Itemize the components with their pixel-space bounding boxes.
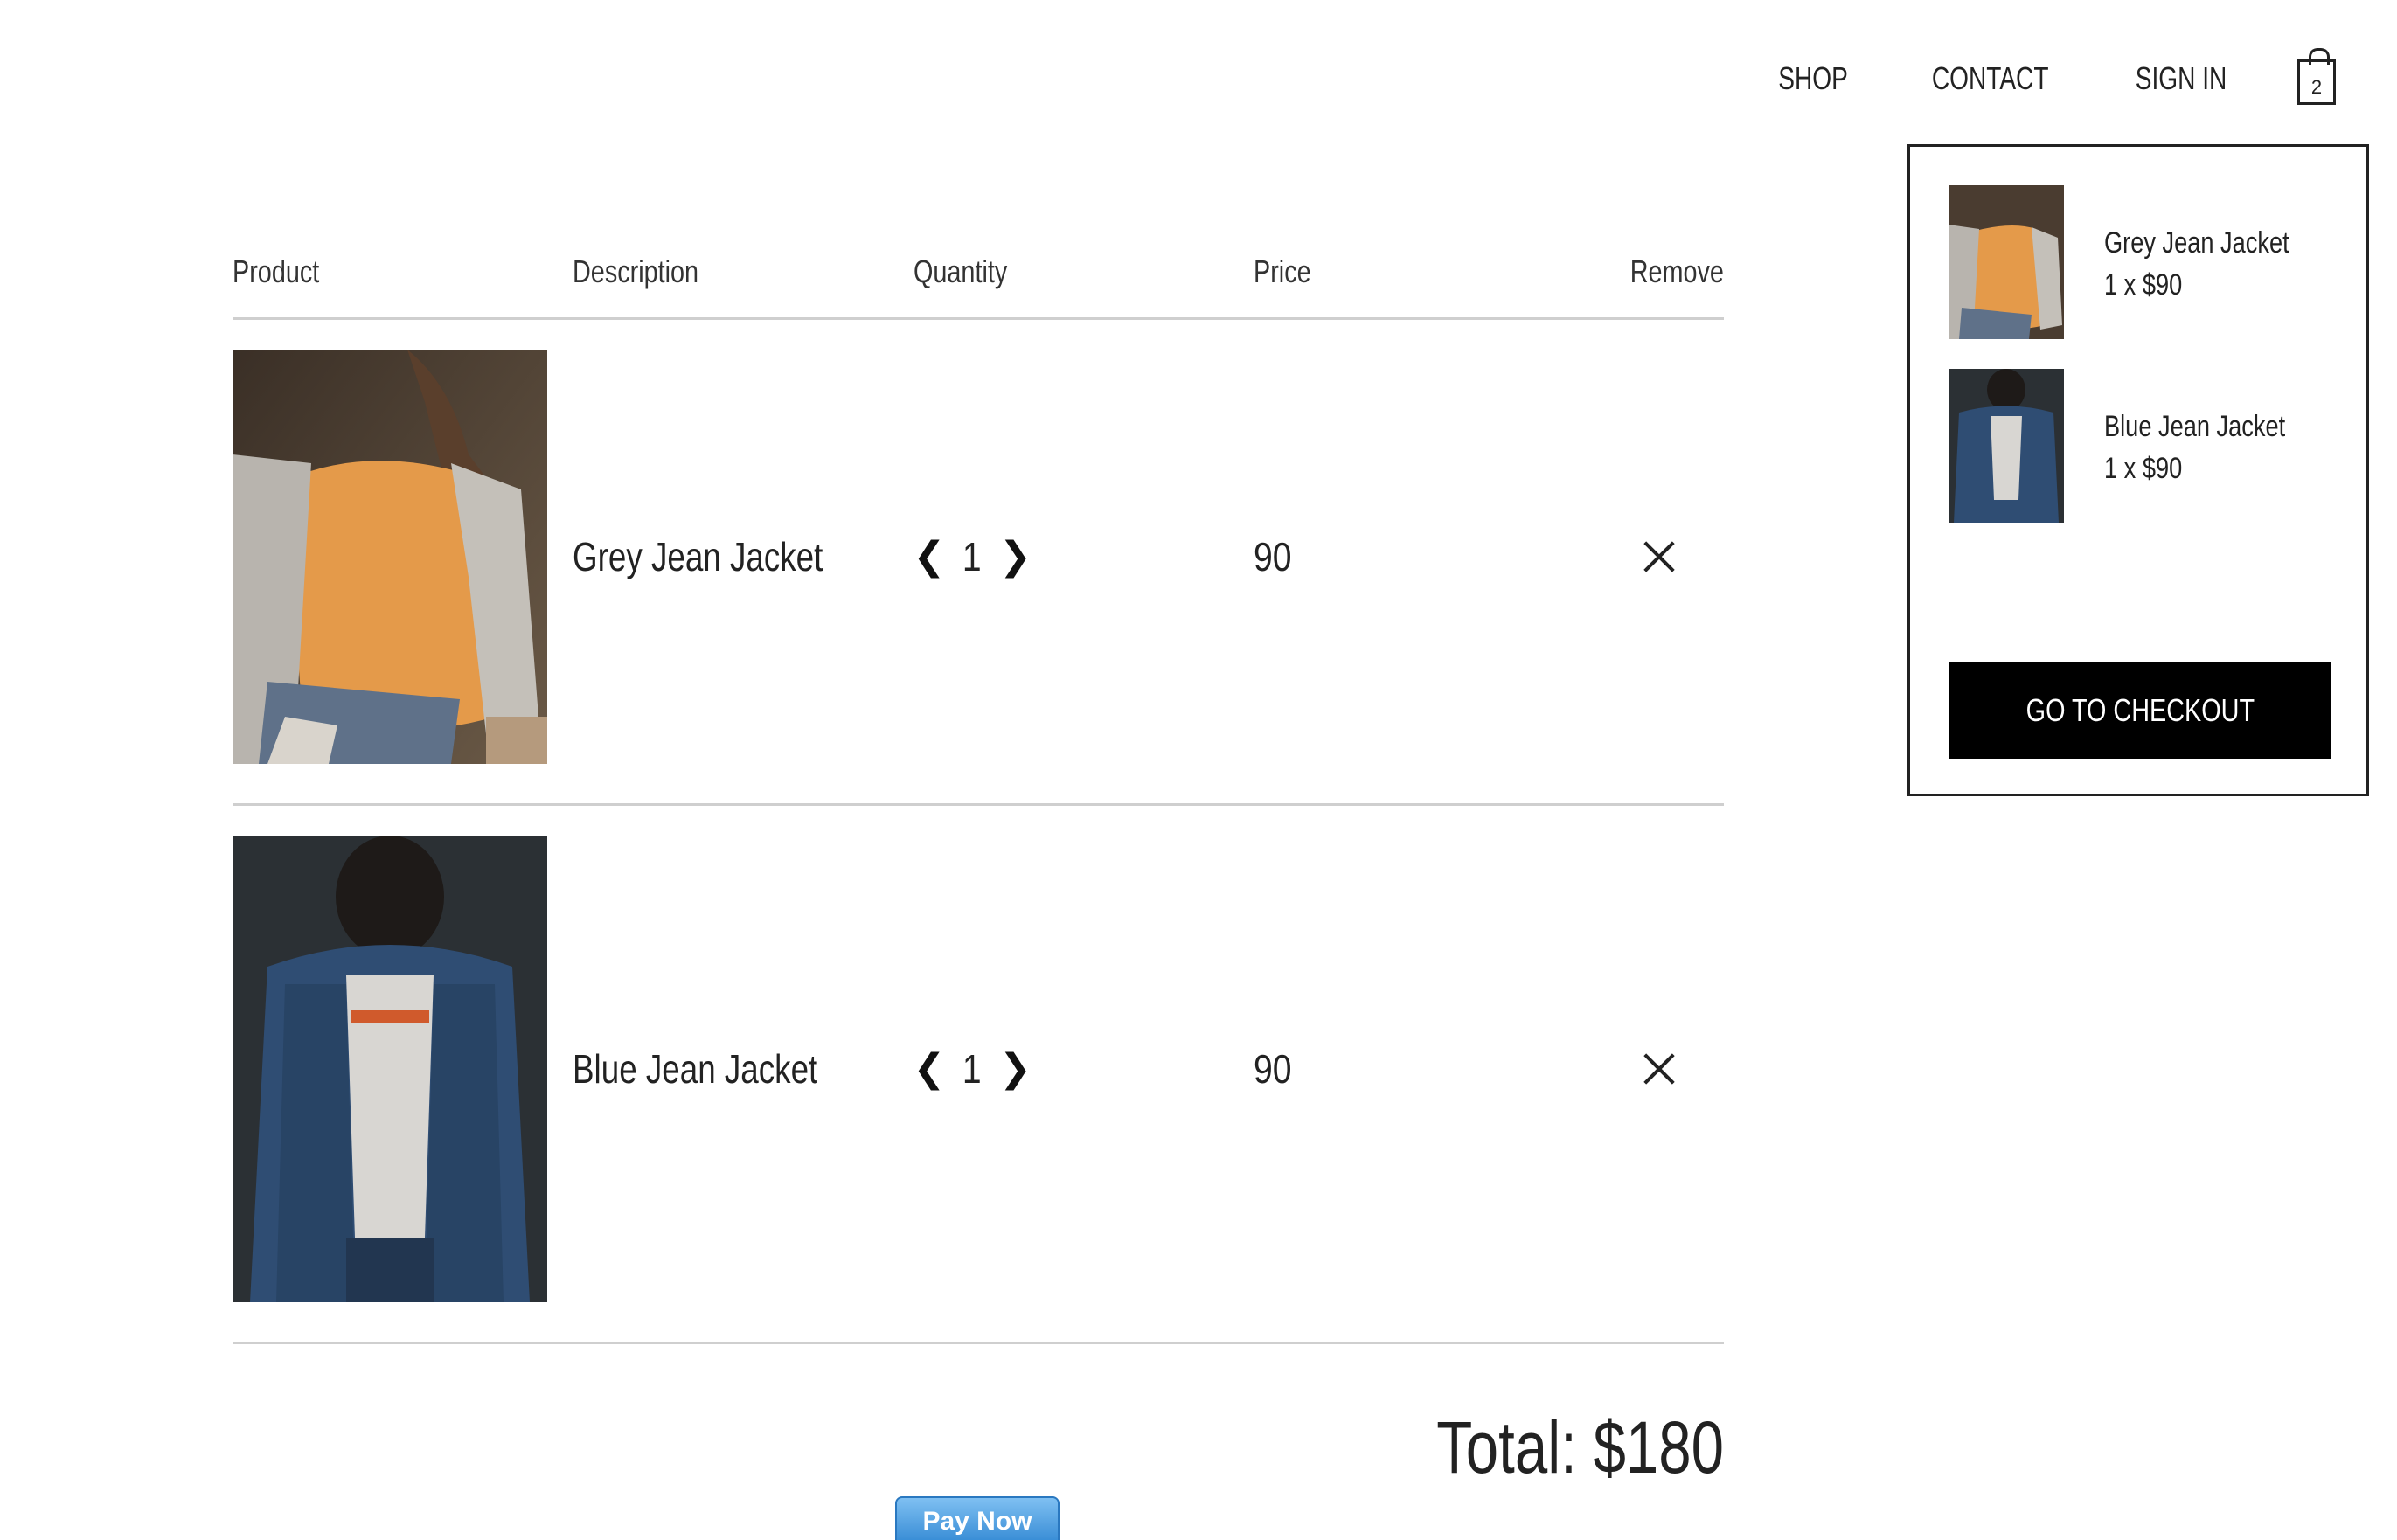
header-nav: SHOP CONTACT SIGN IN 2 (1768, 48, 2336, 105)
chevron-right-icon[interactable]: ❯ (999, 1049, 1032, 1088)
quantity-value: 1 (962, 533, 983, 579)
product-cell (233, 835, 573, 1302)
pay-now-button[interactable]: Pay Now (895, 1496, 1060, 1540)
product-image-blue-jacket (233, 835, 547, 1302)
dropdown-item-qty-price: 1 x $90 (2104, 452, 2183, 485)
chevron-right-icon[interactable]: ❯ (999, 537, 1032, 576)
dropdown-item-text: Blue Jean Jacket 1 x $90 (2104, 406, 2331, 523)
quantity-cell: ❮ 1 ❯ (914, 350, 1254, 763)
dropdown-thumbnail-blue-jacket (1949, 369, 2064, 523)
chevron-left-icon[interactable]: ❮ (914, 1049, 946, 1088)
header-remove: Remove (1629, 253, 1725, 289)
checkout-label: GO TO CHECKOUT (2025, 692, 2255, 728)
cart-dropdown: Grey Jean Jacket 1 x $90 Blue Jean Jacke… (1907, 144, 2369, 796)
remove-cell (1594, 350, 1724, 763)
dropdown-cart-item: Blue Jean Jacket 1 x $90 (1949, 369, 2331, 523)
description-cell: Blue Jean Jacket (573, 836, 913, 1301)
cart-total: Total: $180 (1436, 1406, 1724, 1488)
dropdown-item-text: Grey Jean Jacket 1 x $90 (2104, 222, 2336, 339)
go-to-checkout-button[interactable]: GO TO CHECKOUT (1949, 662, 2331, 759)
close-icon[interactable] (1639, 1049, 1679, 1089)
product-name: Grey Jean Jacket (573, 533, 823, 579)
nav-shop-link[interactable]: SHOP (1778, 60, 1848, 97)
shopping-bag-icon[interactable]: 2 (2297, 48, 2336, 105)
header-description: Description (573, 253, 699, 289)
cart-table: Product Description Quantity Price Remov… (233, 253, 1724, 1344)
dropdown-item-qty-price: 1 x $90 (2104, 268, 2183, 302)
quantity-cell: ❮ 1 ❯ (914, 836, 1254, 1301)
price-value: 90 (1253, 533, 1292, 579)
nav-contact-link[interactable]: CONTACT (1932, 60, 2049, 97)
quantity-stepper: ❮ 1 ❯ (914, 1045, 1032, 1093)
quantity-stepper: ❮ 1 ❯ (914, 533, 1032, 580)
description-cell: Grey Jean Jacket (573, 350, 913, 763)
table-row: Blue Jean Jacket ❮ 1 ❯ 90 (233, 806, 1724, 1344)
dropdown-thumbnail-grey-jacket (1949, 185, 2064, 339)
product-image-grey-jacket (233, 349, 547, 764)
close-icon[interactable] (1639, 537, 1679, 577)
remove-cell (1594, 836, 1724, 1301)
table-row: Grey Jean Jacket ❮ 1 ❯ 90 (233, 320, 1724, 806)
table-header: Product Description Quantity Price Remov… (233, 253, 1724, 320)
dropdown-item-name: Grey Jean Jacket (2104, 226, 2289, 260)
price-cell: 90 (1254, 350, 1594, 763)
cart-count-badge: 2 (2310, 76, 2323, 98)
header-price: Price (1253, 253, 1311, 289)
header-product: Product (233, 253, 320, 289)
dropdown-cart-item: Grey Jean Jacket 1 x $90 (1949, 185, 2336, 339)
quantity-value: 1 (962, 1045, 983, 1092)
header-quantity: Quantity (913, 253, 1007, 289)
dropdown-item-name: Blue Jean Jacket (2104, 410, 2286, 443)
nav-sign-in-link[interactable]: SIGN IN (2136, 60, 2227, 97)
product-cell (233, 349, 573, 764)
price-value: 90 (1253, 1045, 1292, 1092)
product-name: Blue Jean Jacket (573, 1045, 818, 1092)
checkout-page: SHOP CONTACT SIGN IN 2 Product Descripti… (0, 0, 2397, 1540)
price-cell: 90 (1254, 836, 1594, 1301)
chevron-left-icon[interactable]: ❮ (914, 537, 946, 576)
